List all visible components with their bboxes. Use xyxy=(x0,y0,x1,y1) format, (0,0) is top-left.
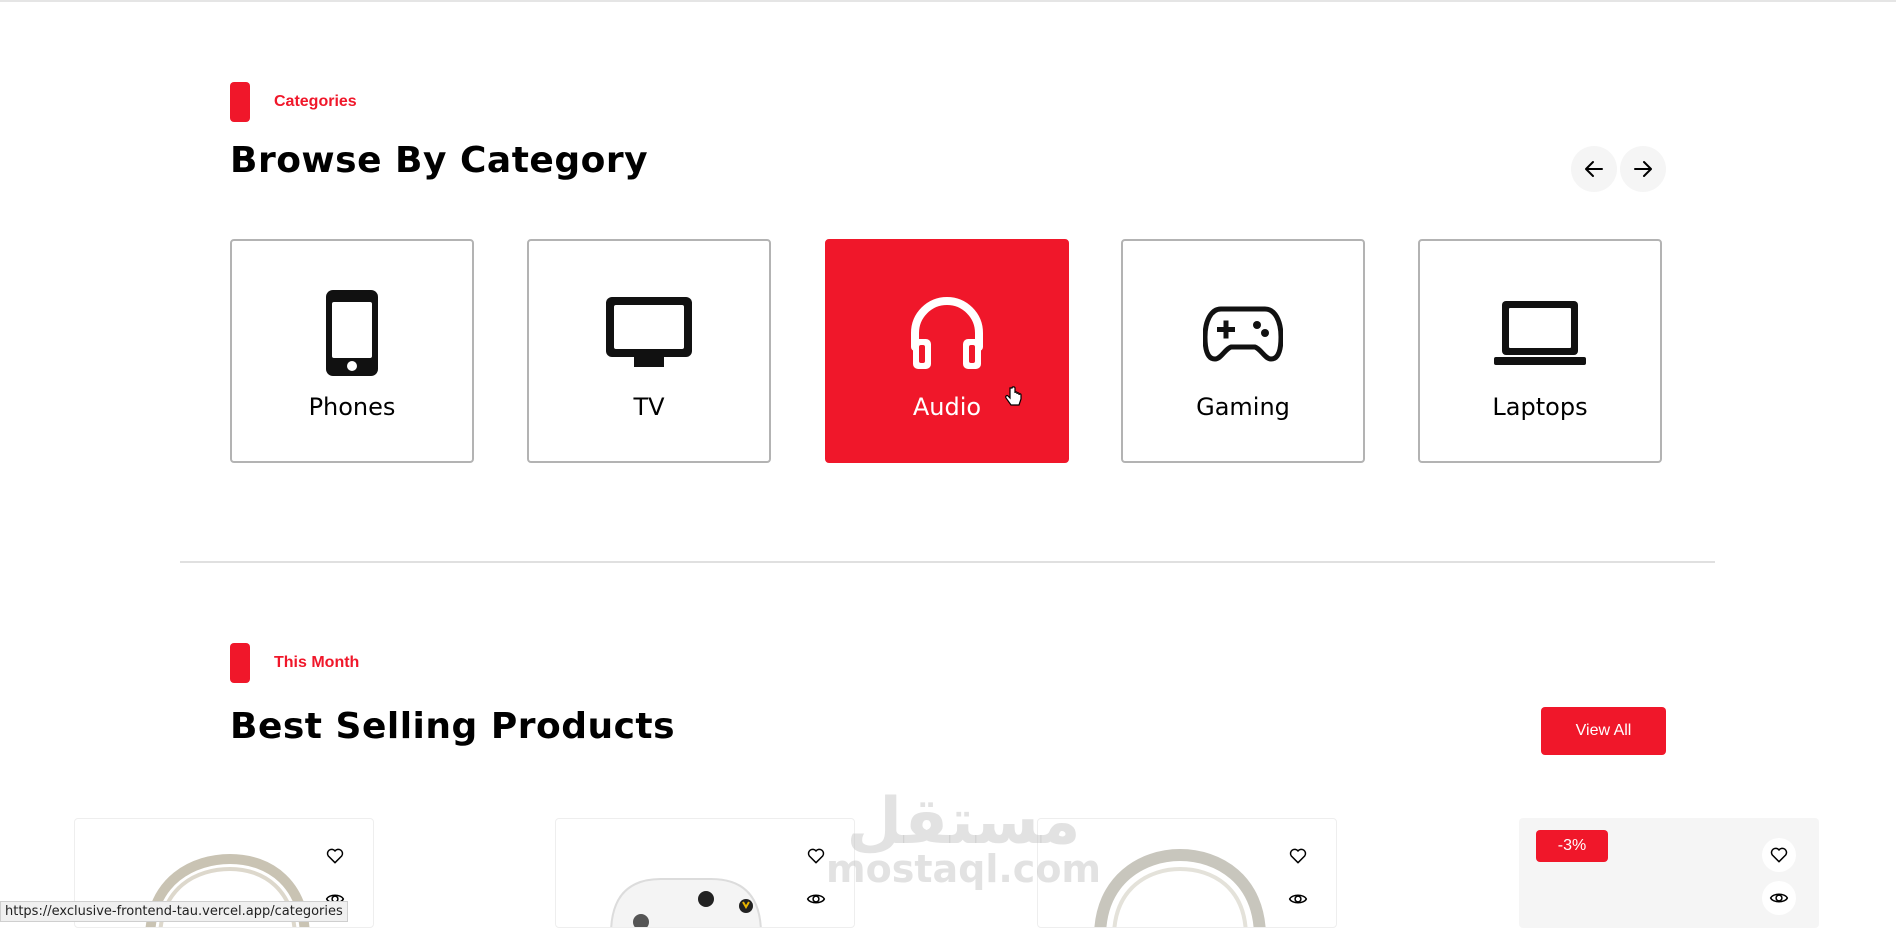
arrow-right-icon xyxy=(1634,161,1652,177)
next-arrow-button[interactable] xyxy=(1620,146,1666,192)
prev-arrow-button[interactable] xyxy=(1571,146,1617,192)
categories-tag-label: Categories xyxy=(274,93,357,110)
tv-icon xyxy=(601,285,697,381)
eye-icon xyxy=(1288,894,1308,904)
wishlist-button[interactable] xyxy=(1762,838,1796,872)
heart-icon xyxy=(807,848,825,864)
quick-view-button[interactable] xyxy=(1281,882,1315,916)
category-card-gaming[interactable]: Gaming xyxy=(1121,239,1365,463)
category-label: Audio xyxy=(912,393,982,421)
category-label: Phones xyxy=(308,393,396,421)
phone-icon xyxy=(304,285,400,381)
wishlist-button[interactable] xyxy=(318,839,352,873)
status-bar-url: https://exclusive-frontend-tau.vercel.ap… xyxy=(0,901,348,922)
gamepad-icon xyxy=(1195,285,1291,381)
heart-icon xyxy=(326,848,344,864)
category-label: Gaming xyxy=(1196,393,1290,421)
tag-accent-bar xyxy=(230,643,250,683)
view-all-button[interactable]: View All xyxy=(1541,707,1666,755)
category-card-phones[interactable]: Phones xyxy=(230,239,474,463)
heart-icon xyxy=(1770,847,1788,863)
quick-view-button[interactable] xyxy=(1762,881,1796,915)
watermark-arabic: مستقل xyxy=(846,785,1081,859)
this-month-tag-label: This Month xyxy=(274,654,360,671)
wishlist-button[interactable] xyxy=(1281,839,1315,873)
product-card[interactable] xyxy=(555,818,855,928)
watermark-latin: mostaql.com xyxy=(826,847,1102,891)
arrow-left-icon xyxy=(1585,161,1603,177)
top-border xyxy=(0,0,1896,2)
browse-category-title: Browse By Category xyxy=(230,140,649,181)
heart-icon xyxy=(1289,848,1307,864)
category-card-audio[interactable]: Audio xyxy=(825,239,1069,463)
controller-image xyxy=(610,878,762,927)
headphones-icon xyxy=(899,285,995,381)
mostaql-watermark: مستقل mostaql.com xyxy=(826,790,1101,888)
product-card[interactable]: -3% xyxy=(1519,818,1819,928)
discount-badge: -3% xyxy=(1536,830,1608,862)
this-month-tag: This Month xyxy=(230,643,359,683)
laptop-icon xyxy=(1492,285,1588,381)
headphones-image xyxy=(1094,848,1266,927)
section-divider xyxy=(180,561,1715,563)
category-label: Laptops xyxy=(1492,393,1588,421)
categories-tag: Categories xyxy=(230,82,357,122)
hand-cursor-icon xyxy=(1005,386,1022,406)
category-label: TV xyxy=(633,393,665,421)
category-card-laptops[interactable]: Laptops xyxy=(1418,239,1662,463)
eye-icon xyxy=(1769,893,1789,903)
eye-icon xyxy=(806,894,826,904)
category-card-tv[interactable]: TV xyxy=(527,239,771,463)
best-selling-title: Best Selling Products xyxy=(230,706,676,747)
tag-accent-bar xyxy=(230,82,250,122)
